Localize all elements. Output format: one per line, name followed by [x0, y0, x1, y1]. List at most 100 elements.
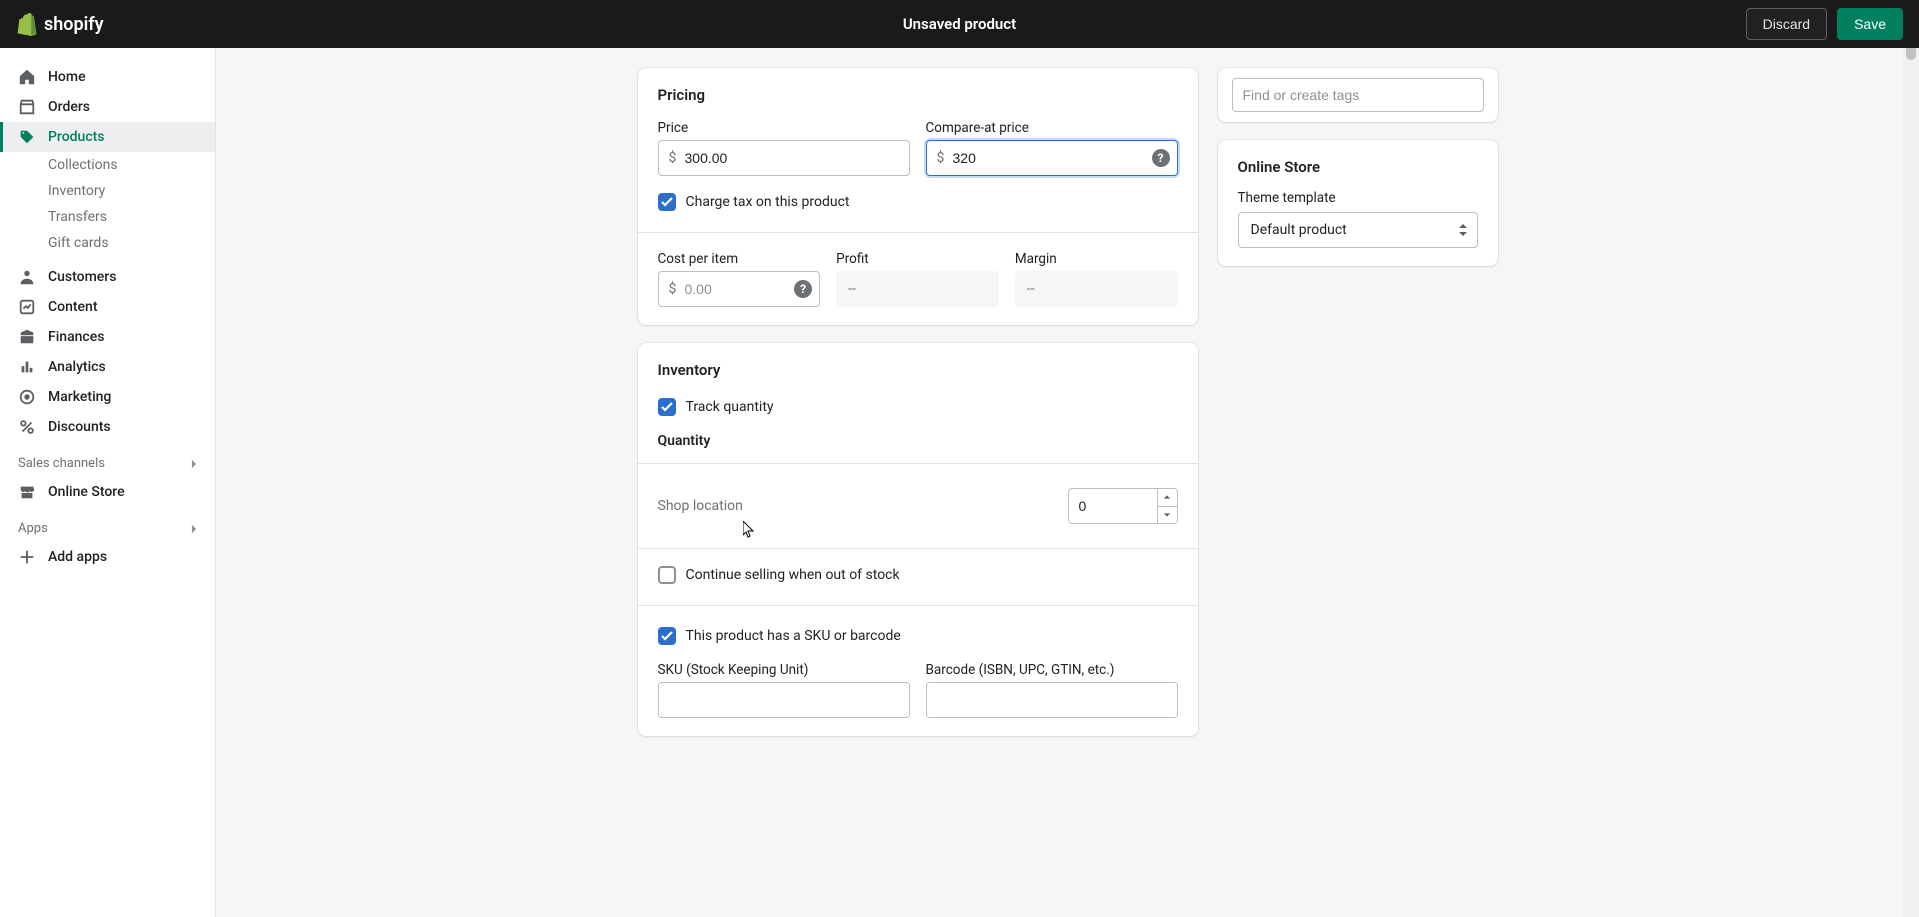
sales-channels-header[interactable]: Sales channels — [0, 442, 215, 477]
tags-card — [1218, 68, 1498, 122]
chevron-right-icon — [187, 457, 201, 471]
nav-collections[interactable]: Collections — [0, 152, 215, 178]
nav-label: Home — [48, 69, 86, 85]
shopify-bag-icon — [16, 12, 38, 36]
nav-add-apps[interactable]: Add apps — [0, 542, 215, 572]
template-select[interactable]: Default product — [1238, 212, 1478, 248]
sku-input[interactable] — [658, 682, 910, 718]
currency-symbol: $ — [937, 150, 945, 166]
section-label: Sales channels — [18, 456, 105, 471]
nav-label: Online Store — [48, 484, 125, 500]
nav-label: Discounts — [48, 419, 111, 435]
nav-label: Orders — [48, 99, 90, 115]
discounts-icon — [18, 418, 36, 436]
store-icon — [18, 483, 36, 501]
continue-selling-checkbox[interactable]: Continue selling when out of stock — [658, 563, 1178, 587]
quantity-input[interactable] — [1069, 489, 1157, 523]
divider — [638, 463, 1198, 464]
quantity-heading: Quantity — [658, 433, 1178, 449]
nav-discounts[interactable]: Discounts — [0, 412, 215, 442]
page-title: Unsaved product — [903, 15, 1016, 33]
charge-tax-checkbox[interactable]: Charge tax on this product — [658, 190, 1178, 214]
chevron-right-icon — [187, 522, 201, 536]
checkbox-icon — [658, 566, 676, 584]
topbar: shopify Unsaved product Discard Save — [0, 0, 1919, 48]
section-label: Apps — [18, 521, 48, 536]
template-value: Default product — [1251, 222, 1347, 238]
profit-value: -- — [836, 271, 999, 307]
profit-label: Profit — [836, 251, 999, 267]
customers-icon — [18, 268, 36, 286]
finances-icon — [18, 328, 36, 346]
pricing-card: Pricing Price $ Compare-at price — [638, 68, 1198, 325]
nav-home[interactable]: Home — [0, 62, 215, 92]
nav-gift-cards[interactable]: Gift cards — [0, 230, 215, 256]
quantity-stepper[interactable] — [1068, 488, 1178, 524]
brand-text: shopify — [44, 14, 104, 35]
nav-label: Finances — [48, 329, 104, 345]
nav-customers[interactable]: Customers — [0, 262, 215, 292]
apps-header[interactable]: Apps — [0, 507, 215, 542]
nav-online-store[interactable]: Online Store — [0, 477, 215, 507]
save-button[interactable]: Save — [1837, 8, 1903, 40]
shopify-logo[interactable]: shopify — [16, 12, 104, 36]
cursor-icon — [743, 521, 755, 539]
page-scrollbar[interactable] — [1903, 0, 1919, 917]
charge-tax-label: Charge tax on this product — [686, 194, 850, 210]
nav-label: Marketing — [48, 389, 111, 405]
products-icon — [18, 128, 36, 146]
nav-analytics[interactable]: Analytics — [0, 352, 215, 382]
currency-symbol: $ — [669, 150, 677, 166]
online-store-card: Online Store Theme template Default prod… — [1218, 140, 1498, 266]
divider — [638, 548, 1198, 549]
marketing-icon — [18, 388, 36, 406]
discard-button[interactable]: Discard — [1746, 8, 1827, 40]
cost-label: Cost per item — [658, 251, 821, 267]
nav-label: Content — [48, 299, 98, 315]
barcode-input[interactable] — [926, 682, 1178, 718]
nav-marketing[interactable]: Marketing — [0, 382, 215, 412]
nav-inventory[interactable]: Inventory — [0, 178, 215, 204]
compare-at-label: Compare-at price — [926, 120, 1178, 136]
stepper-up-button[interactable] — [1158, 489, 1177, 506]
currency-symbol: $ — [669, 281, 677, 297]
nav-label: Add apps — [48, 549, 107, 565]
nav-label: Customers — [48, 269, 116, 285]
tags-input[interactable] — [1232, 78, 1484, 112]
compare-at-input[interactable] — [926, 140, 1178, 176]
nav-label: Analytics — [48, 359, 106, 375]
sku-toggle-checkbox[interactable]: This product has a SKU or barcode — [658, 624, 1178, 648]
continue-selling-label: Continue selling when out of stock — [686, 567, 900, 583]
price-label: Price — [658, 120, 910, 136]
sku-toggle-label: This product has a SKU or barcode — [686, 628, 901, 644]
pricing-heading: Pricing — [658, 86, 1178, 104]
nav-content[interactable]: Content — [0, 292, 215, 322]
margin-label: Margin — [1015, 251, 1178, 267]
stepper-down-button[interactable] — [1158, 506, 1177, 524]
checkbox-icon — [658, 193, 676, 211]
nav-orders[interactable]: Orders — [0, 92, 215, 122]
nav-transfers[interactable]: Transfers — [0, 204, 215, 230]
analytics-icon — [18, 358, 36, 376]
orders-icon — [18, 98, 36, 116]
barcode-label: Barcode (ISBN, UPC, GTIN, etc.) — [926, 662, 1178, 678]
track-quantity-checkbox[interactable]: Track quantity — [658, 395, 1178, 419]
inventory-heading: Inventory — [658, 361, 1178, 379]
checkbox-icon — [658, 398, 676, 416]
main-content: Pricing Price $ Compare-at price — [216, 48, 1919, 917]
inventory-card: Inventory Track quantity Quantity Shop l… — [638, 343, 1198, 736]
select-chevron-icon — [1457, 222, 1469, 238]
nav-products[interactable]: Products — [0, 122, 215, 152]
help-icon[interactable]: ? — [794, 280, 812, 298]
track-quantity-label: Track quantity — [686, 399, 774, 415]
help-icon[interactable]: ? — [1152, 149, 1170, 167]
checkbox-icon — [658, 627, 676, 645]
plus-icon — [18, 548, 36, 566]
shop-location-label: Shop location — [658, 498, 743, 514]
home-icon — [18, 68, 36, 86]
margin-value: -- — [1015, 271, 1178, 307]
content-icon — [18, 298, 36, 316]
nav-finances[interactable]: Finances — [0, 322, 215, 352]
price-input[interactable] — [658, 140, 910, 176]
sidebar: Home Orders Products Collections Invento… — [0, 48, 216, 917]
